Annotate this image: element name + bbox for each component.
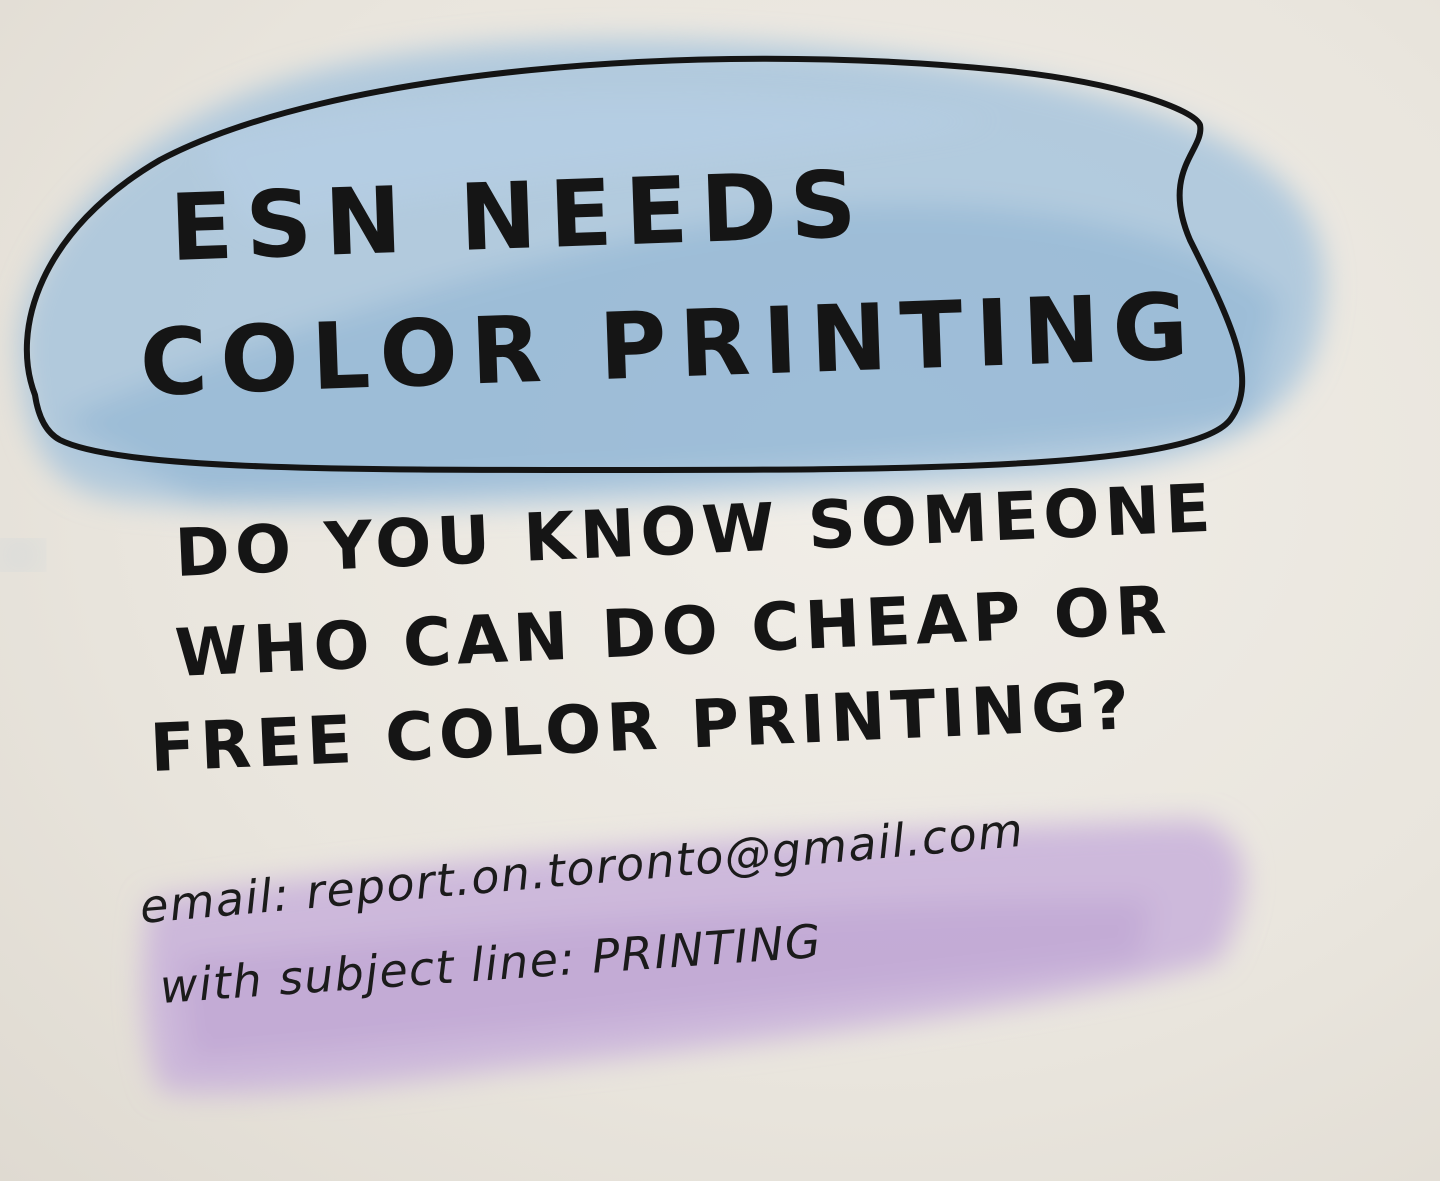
blue-wash-speck bbox=[0, 541, 42, 569]
poster-paper: ESN NEEDS COLOR PRINTING DO YOU KNOW SOM… bbox=[0, 0, 1440, 1181]
